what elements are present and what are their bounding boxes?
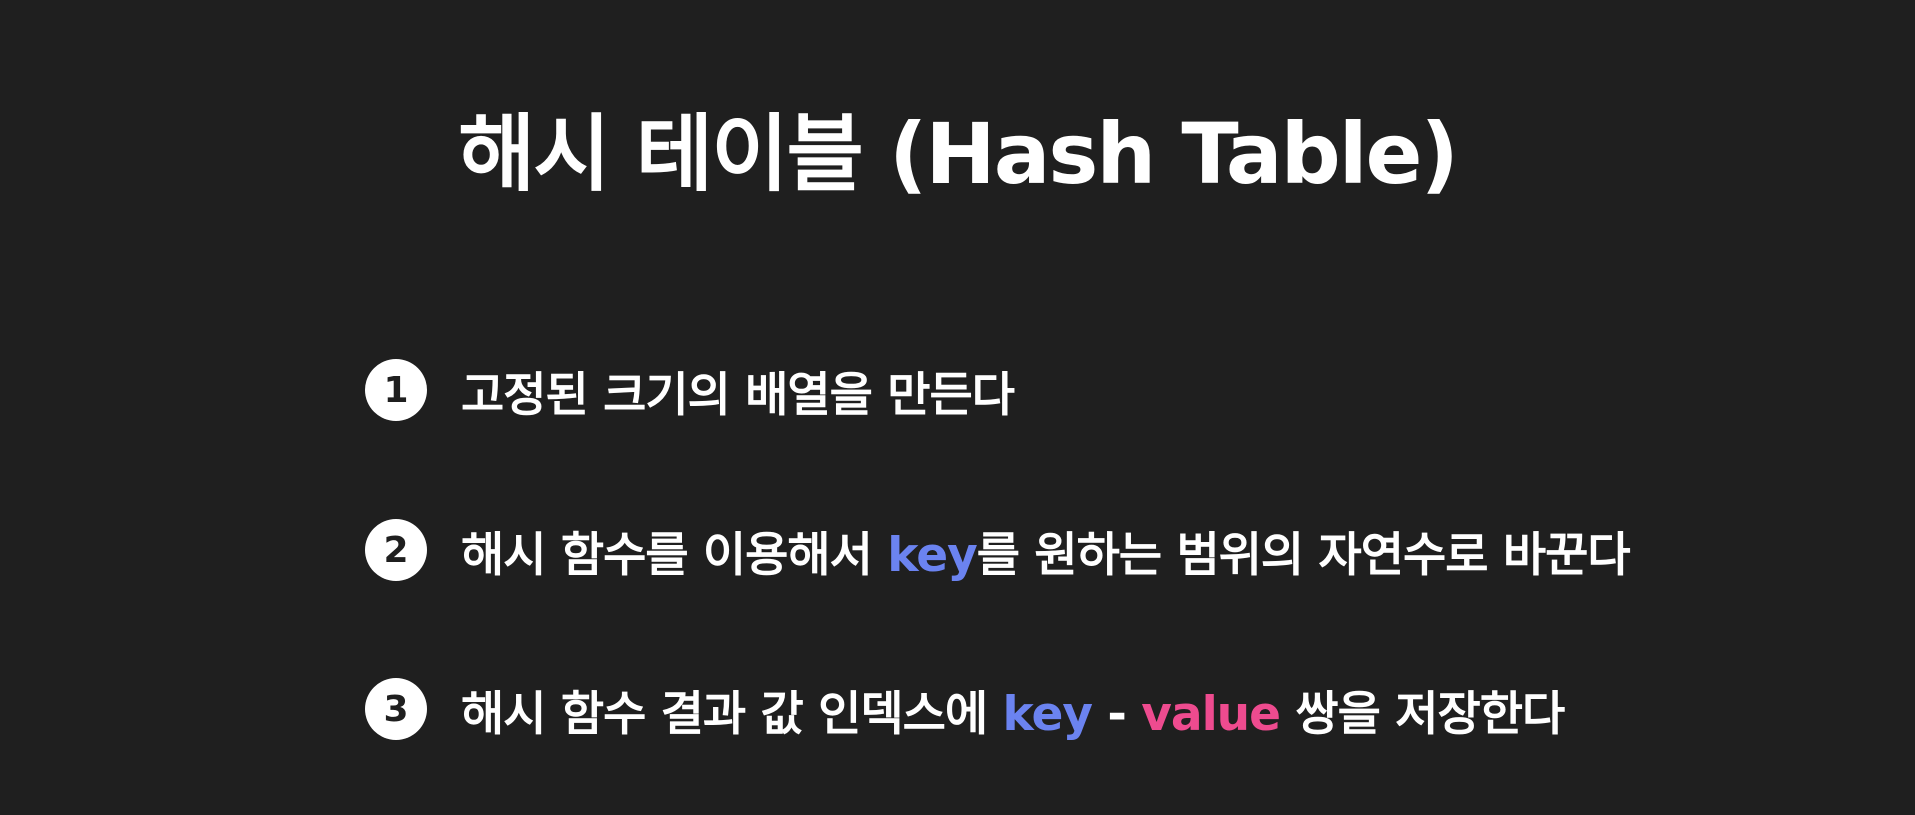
step-number-3-icon: 3	[365, 678, 427, 740]
step-text-2: 해시 함수를 이용해서 key를 원하는 범위의 자연수로 바꾼다	[461, 516, 1631, 585]
step-number-1-icon: 1	[365, 359, 427, 421]
step-text-1: 고정된 크기의 배열을 만든다	[461, 356, 1015, 425]
step-3-dash: -	[1091, 686, 1142, 742]
step-number-2-icon: 2	[365, 519, 427, 581]
step-3-after: 쌍을 저장한다	[1280, 686, 1565, 742]
step-1-text: 고정된 크기의 배열을 만든다	[461, 367, 1015, 423]
step-item-3: 3 해시 함수 결과 값 인덱스에 key - value 쌍을 저장한다	[365, 678, 1565, 742]
step-text-3: 해시 함수 결과 값 인덱스에 key - value 쌍을 저장한다	[461, 675, 1565, 744]
step-2-after: 를 원하는 범위의 자연수로 바꾼다	[976, 527, 1631, 583]
step-3-before: 해시 함수 결과 값 인덱스에	[461, 686, 1003, 742]
step-item-1: 1 고정된 크기의 배열을 만든다	[365, 359, 1015, 423]
steps-list: 1 고정된 크기의 배열을 만든다 2 해시 함수를 이용해서 key를 원하는…	[365, 0, 1815, 815]
step-item-2: 2 해시 함수를 이용해서 key를 원하는 범위의 자연수로 바꾼다	[365, 519, 1631, 583]
step-3-value-highlight: value	[1141, 686, 1281, 742]
step-2-key-highlight: key	[887, 527, 978, 583]
step-2-before: 해시 함수를 이용해서	[461, 527, 888, 583]
step-3-key-highlight: key	[1002, 686, 1093, 742]
